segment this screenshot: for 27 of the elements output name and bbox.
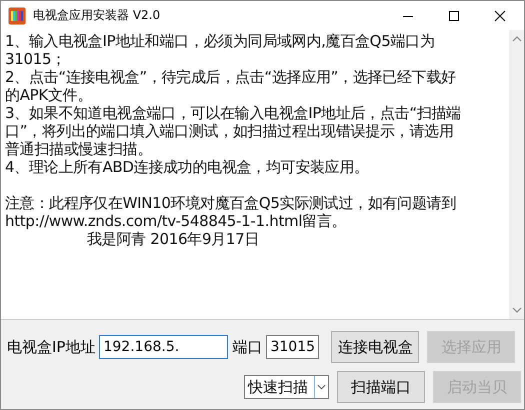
scan-mode-dropdown[interactable]: 快速扫描 <box>244 375 329 399</box>
text-line: 注意：此程序仅在WIN10环境对魔百盒Q5实际测试过，如有问题请到 <box>5 194 458 212</box>
scroll-up-icon[interactable] <box>512 36 522 42</box>
scan-port-button[interactable]: 扫描端口 <box>337 371 425 403</box>
text-line: http://www.znds.com/tv-548845-1-1.html留言。 <box>5 212 348 230</box>
text-line: 3、如果不知道电视盒端口，可以在输入电视盒IP地址后，点击“扫描端 <box>5 104 462 122</box>
text-line: 的APK文件。 <box>5 86 94 104</box>
ip-field[interactable]: 192.168.5. <box>99 335 228 359</box>
port-field[interactable]: 31015 <box>266 335 320 359</box>
close-icon[interactable] <box>494 10 506 22</box>
scrollbar[interactable] <box>509 30 524 319</box>
text-line: 普通扫描或慢速扫描。 <box>5 140 154 158</box>
text-line: 31015； <box>5 50 67 68</box>
signature: 我是阿青 2016年9月17日 <box>86 230 260 248</box>
text-line: 口”，将列出的端口填入端口测试，如扫描过程出现错误提示，请选用 <box>5 122 454 140</box>
ip-label: 电视盒IP地址 <box>7 338 96 356</box>
maximize-icon[interactable] <box>448 10 460 22</box>
scroll-down-icon[interactable] <box>512 307 522 313</box>
window-title: 电视盒应用安装器 V2.0 <box>33 7 162 24</box>
caret-icon <box>314 376 328 398</box>
text-line: 4、理论上所有ABD连接成功的电视盒，均可安装应用。 <box>5 158 370 176</box>
text-line: 1、输入电视盒IP地址和端口，必须为同局域网内,魔百盒Q5端口为 <box>5 32 436 50</box>
text-line: 2、点击“连接电视盒”，待完成后，点击“选择应用”，选择已经下载好 <box>5 68 457 86</box>
port-label: 端口 <box>232 338 262 356</box>
tv-icon <box>8 6 26 24</box>
text-area[interactable] <box>1 30 524 320</box>
connect-button[interactable]: 连接电视盒 <box>331 331 420 363</box>
